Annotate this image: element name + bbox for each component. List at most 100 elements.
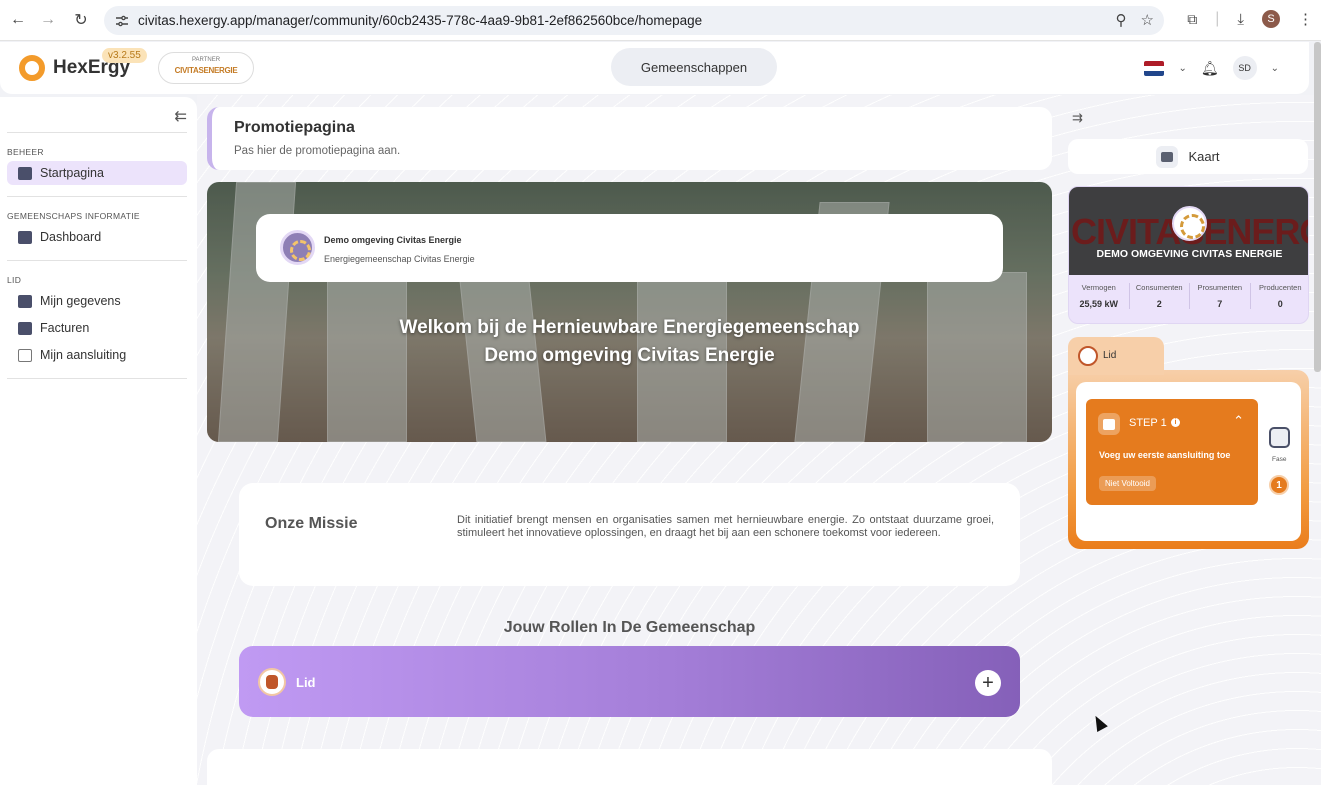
bottom-card: [207, 749, 1052, 785]
step-label: STEP 1: [1129, 417, 1167, 429]
extensions-icon[interactable]: ⧉: [1187, 11, 1197, 28]
site-settings-icon[interactable]: [114, 13, 130, 29]
divider: [7, 196, 187, 197]
homepage-icon: [18, 166, 32, 180]
invoice-icon: [18, 321, 32, 335]
partner-name: CIVITASENERGIE: [174, 66, 238, 75]
map-button-label: Kaart: [1188, 149, 1220, 164]
community-banner-name: DEMO OMGEVING CIVITAS ENERGIE: [1096, 248, 1283, 260]
stat-value: 0: [1277, 299, 1283, 309]
sidebar-item-label: Mijn gegevens: [40, 294, 121, 308]
mission-text: Dit initiatief brengt mensen en organisa…: [457, 514, 994, 539]
tab-lid-label: Lid: [1103, 350, 1117, 361]
dashboard-icon: [18, 230, 32, 244]
notification-bell-icon[interactable]: 🔔︎: [1201, 60, 1219, 77]
community-logo-icon: [1172, 206, 1207, 241]
sidebar-item-startpagina[interactable]: Startpagina: [7, 161, 187, 185]
communities-tab[interactable]: Gemeenschappen: [611, 48, 777, 86]
page-title: Promotiepagina: [234, 119, 355, 136]
hero-heading-line2: Demo omgeving Civitas Energie: [484, 345, 775, 366]
language-chevron-icon[interactable]: ⌄: [1178, 63, 1186, 74]
partner-badge: PARTNER CIVITASENERGIE: [158, 52, 254, 84]
zoom-icon[interactable]: ⚲: [1116, 11, 1127, 29]
member-avatar-icon: [258, 668, 286, 696]
back-icon[interactable]: ←: [2, 4, 34, 36]
stat-value: 2: [1156, 299, 1162, 309]
section-title-community-info: GEMEENSCHAPS INFORMATIE: [7, 211, 140, 221]
expand-role-button[interactable]: +: [975, 670, 1001, 696]
info-icon[interactable]: i: [1171, 418, 1180, 427]
chevron-up-icon[interactable]: ⌃: [1233, 413, 1244, 429]
bookmark-star-icon[interactable]: ☆: [1141, 11, 1154, 29]
stat-consumenten: Consumenten 2: [1128, 283, 1190, 309]
role-label: Lid: [296, 675, 316, 690]
community-card: Demo omgeving Civitas Energie Energiegem…: [256, 214, 1003, 282]
tab-lid[interactable]: Lid: [1068, 337, 1164, 375]
hero-banner: Demo omgeving Civitas Energie Energiegem…: [207, 182, 1052, 442]
app-header: HexErgy v3.2.55 PARTNER CIVITASENERGIE G…: [0, 42, 1309, 94]
sidebar-item-mijn-gegevens[interactable]: Mijn gegevens: [7, 289, 187, 313]
collapse-right-panel-icon[interactable]: ⇉: [1072, 110, 1083, 126]
page-subtitle: Pas hier de promotiepagina aan.: [234, 145, 401, 157]
stat-label: Vermogen: [1081, 283, 1116, 292]
role-row-lid[interactable]: Lid +: [239, 646, 1020, 717]
stat-value: 25,59 kW: [1079, 299, 1119, 309]
phase-number-badge[interactable]: 1: [1269, 475, 1289, 495]
separator-icon: |: [1215, 10, 1220, 27]
map-icon: [1156, 145, 1179, 168]
sidebar-item-label: Mijn aansluiting: [40, 348, 127, 362]
sidebar-item-label: Facturen: [40, 321, 90, 335]
stat-label: Consumenten: [1135, 283, 1183, 292]
section-title-beheer: BEHEER: [7, 147, 44, 157]
hero-heading-line1: Welkom bij de Hernieuwbare Energiegemeen…: [399, 317, 860, 338]
reload-icon[interactable]: ↻: [65, 4, 97, 36]
step-form-icon: [1098, 413, 1120, 435]
profile-avatar[interactable]: S: [1262, 10, 1280, 28]
mission-card: Onze Missie Dit initiatief brengt mensen…: [239, 483, 1020, 586]
phase-icon: [1269, 427, 1290, 448]
address-bar[interactable]: civitas.hexergy.app/manager/community/60…: [104, 6, 1164, 35]
profile-data-icon: [18, 294, 32, 308]
sidebar-item-facturen[interactable]: Facturen: [7, 316, 187, 340]
url-text[interactable]: civitas.hexergy.app/manager/community/60…: [138, 13, 702, 28]
community-summary-card[interactable]: CIVITASENERGI DEMO OMGEVING CIVITAS ENER…: [1068, 186, 1309, 324]
download-icon[interactable]: ⤓: [1237, 11, 1244, 28]
collapse-sidebar-icon[interactable]: ⇇: [174, 107, 187, 125]
stat-label: Producenten: [1258, 283, 1302, 292]
community-banner: CIVITASENERGI DEMO OMGEVING CIVITAS ENER…: [1069, 187, 1308, 275]
user-avatar[interactable]: SD: [1232, 56, 1257, 80]
hexergy-logo-icon: [19, 55, 45, 81]
sidebar-item-dashboard[interactable]: Dashboard: [7, 225, 187, 249]
community-stats: Vermogen 25,59 kW Consumenten 2 Prosumen…: [1069, 283, 1309, 309]
map-button[interactable]: Kaart: [1068, 139, 1308, 174]
browser-toolbar: ← → ↻ civitas.hexergy.app/manager/commun…: [0, 0, 1321, 41]
menu-kebab-icon[interactable]: ⋮: [1298, 10, 1313, 28]
sidebar-item-mijn-aansluiting[interactable]: Mijn aansluiting: [7, 343, 187, 367]
step-description: Voeg uw eerste aansluiting toe: [1099, 450, 1231, 460]
page-scrollbar[interactable]: [1314, 42, 1321, 372]
member-avatar-icon: [1078, 346, 1098, 366]
stat-vermogen: Vermogen 25,59 kW: [1069, 283, 1129, 309]
mission-title: Onze Missie: [265, 515, 358, 532]
divider: [7, 378, 187, 379]
divider: [7, 260, 187, 261]
stat-producenten: Producenten 0: [1249, 283, 1309, 309]
partner-label: PARTNER: [191, 57, 221, 63]
forward-icon[interactable]: →: [32, 4, 64, 36]
page-header-card: Promotiepagina Pas hier de promotiepagin…: [207, 107, 1052, 170]
phase-label: Fase: [1272, 456, 1287, 463]
dutch-flag-icon[interactable]: [1144, 60, 1165, 76]
step-card[interactable]: STEP 1 i ⌃ Voeg uw eerste aansluiting to…: [1086, 399, 1258, 505]
stat-prosumenten: Prosumenten 7: [1189, 283, 1250, 309]
section-title-lid: LID: [7, 275, 22, 285]
stat-label: Prosumenten: [1197, 283, 1243, 292]
community-logo-icon: [280, 230, 315, 265]
divider: [7, 132, 187, 133]
user-menu-chevron-icon[interactable]: ⌄: [1271, 63, 1279, 74]
connection-icon: [18, 348, 32, 362]
sidebar: ⇇ BEHEER Startpagina GEMEENSCHAPS INFORM…: [0, 97, 197, 785]
community-type: Energiegemeenschap Civitas Energie: [324, 254, 475, 264]
stat-value: 7: [1217, 299, 1223, 309]
version-badge: v3.2.55: [102, 48, 147, 63]
step-status-badge: Niet Voltooid: [1099, 476, 1156, 491]
